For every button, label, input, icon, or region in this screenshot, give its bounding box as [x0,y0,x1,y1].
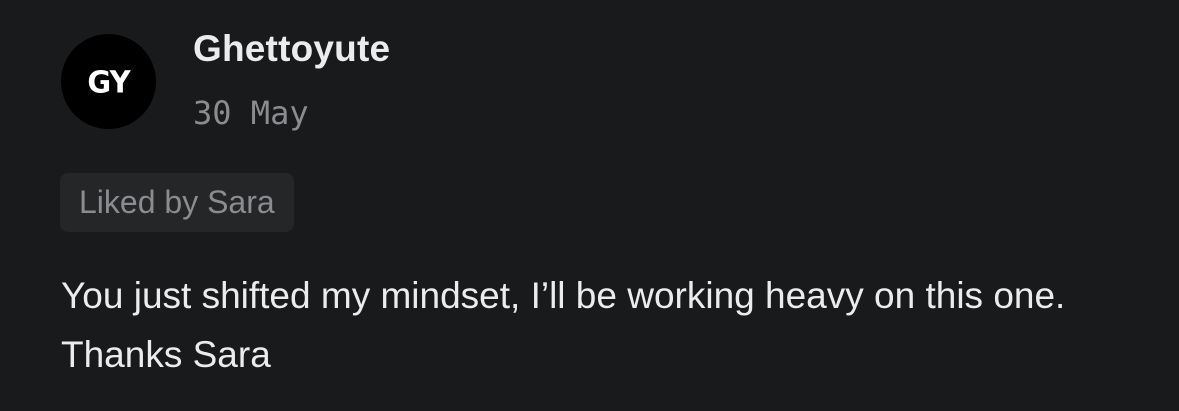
avatar[interactable]: GY [61,34,156,129]
comment-date: 30 May [193,94,309,132]
avatar-initials: GY [87,63,130,100]
comment-card: GY Ghettoyute 30 May Liked by Sara You j… [0,0,1179,411]
comment-text: You just shifted my mindset, I’ll be wor… [61,275,1066,375]
liked-by-badge: Liked by Sara [60,173,294,232]
username[interactable]: Ghettoyute [193,28,390,70]
liked-by-label: Liked by Sara [79,184,275,220]
